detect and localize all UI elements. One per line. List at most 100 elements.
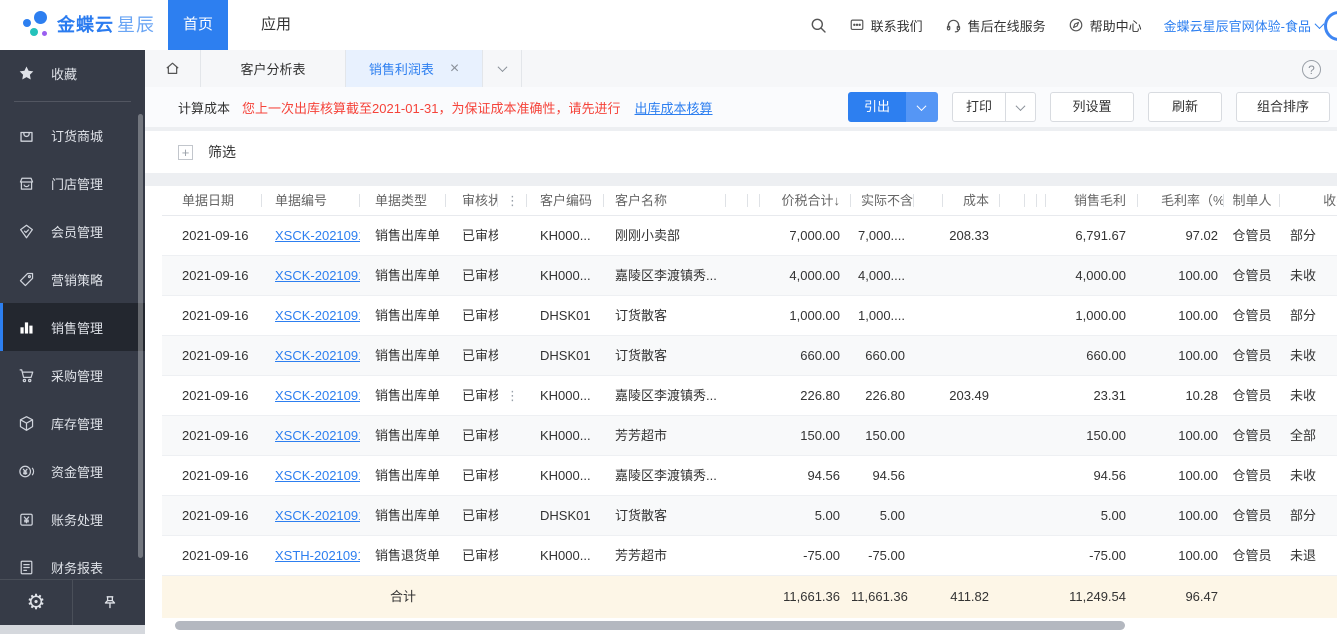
- table-row[interactable]: 2021-09-16XSCK-20210916销售出库单已审核KH000...刚…: [162, 216, 1337, 256]
- nav-item-apps[interactable]: 应用: [246, 0, 306, 50]
- table-row[interactable]: 2021-09-16XSCK-20210916销售出库单已审核⋮KH000...…: [162, 376, 1337, 416]
- contact-us-link[interactable]: 联系我们: [849, 16, 923, 35]
- settings-button[interactable]: ⚙: [0, 580, 73, 625]
- column-header-amount[interactable]: 价税合计↓: [760, 186, 851, 215]
- column-header-profit[interactable]: 销售毛利: [1046, 186, 1138, 215]
- sidebar-item-purchase-mgmt[interactable]: 采购管理: [0, 351, 145, 399]
- table-row[interactable]: 2021-09-16XSCK-20210916销售出库单已审核DHSK01订货散…: [162, 336, 1337, 376]
- cell-custName: 订货散客: [604, 336, 726, 375]
- column-header-billNo[interactable]: 单据编号: [262, 186, 360, 215]
- help-center-link[interactable]: 帮助中心: [1068, 16, 1142, 35]
- column-header-dots[interactable]: ⋮: [498, 186, 527, 215]
- expand-filter-icon[interactable]: +: [178, 145, 193, 160]
- account-switcher[interactable]: 金蝶云星辰官网体验-食品: [1164, 16, 1323, 35]
- cell-date: 2021-09-16: [162, 296, 262, 335]
- sidebar-item-order-mall[interactable]: 订货商城: [0, 111, 145, 159]
- user-avatar[interactable]: [1324, 11, 1337, 41]
- cost-accounting-link[interactable]: 出库成本核算: [635, 98, 713, 117]
- sidebar-item-sales-mgmt[interactable]: 销售管理: [0, 303, 145, 351]
- sidebar-item-label: 订货商城: [51, 126, 103, 145]
- cell-billNo[interactable]: XSCK-20210916: [262, 296, 360, 335]
- home-tab-button[interactable]: [145, 50, 201, 87]
- sidebar-item-member-mgmt[interactable]: 会员管理: [0, 207, 145, 255]
- column-header-custName[interactable]: 客户名称: [604, 186, 726, 215]
- sidebar-item-marketing[interactable]: 营销策略: [0, 255, 145, 303]
- cell-margin: 100.00: [1138, 256, 1224, 295]
- help-icon[interactable]: ?: [1302, 60, 1321, 79]
- cell-billType: 销售出库单: [360, 416, 446, 455]
- cell-billNo[interactable]: XSTH-20210916: [262, 536, 360, 575]
- column-settings-button[interactable]: 列设置: [1050, 92, 1134, 122]
- column-header-cost[interactable]: 成本: [943, 186, 1000, 215]
- cell-margin: 100.00: [1138, 456, 1224, 495]
- table-row[interactable]: 2021-09-16XSCK-20210916销售出库单已审核KH000...嘉…: [162, 456, 1337, 496]
- home-icon: [164, 60, 181, 77]
- nav-item-home[interactable]: 首页: [168, 0, 228, 50]
- sidebar-item-accounting[interactable]: 账务处理: [0, 495, 145, 543]
- tab-sales-profit-active[interactable]: 销售利润表 ×: [346, 50, 483, 87]
- chevron-down-icon: [917, 101, 927, 111]
- chevron-down-icon: [1315, 19, 1325, 29]
- chevron-down-icon: [497, 62, 507, 72]
- export-button[interactable]: 引出: [848, 92, 906, 122]
- cell-cost: [943, 296, 1000, 335]
- cell-billNo[interactable]: XSCK-20210916: [262, 336, 360, 375]
- column-header-audit[interactable]: 审核状态: [446, 186, 498, 215]
- cell-billNo[interactable]: XSCK-20210916: [262, 456, 360, 495]
- sidebar-item-favorites[interactable]: 收藏: [0, 50, 145, 96]
- column-header-margin[interactable]: 毛利率（%）: [1138, 186, 1224, 215]
- column-header-billType[interactable]: 单据类型: [360, 186, 446, 215]
- column-header-custCode[interactable]: 客户编码: [527, 186, 604, 215]
- refresh-button[interactable]: 刷新: [1148, 92, 1222, 122]
- cell-sp3: [914, 216, 943, 255]
- sidebar-item-funds-mgmt[interactable]: 资金管理: [0, 447, 145, 495]
- totals-net: 11,661.36: [851, 576, 914, 618]
- cell-custCode: KH000...: [527, 376, 604, 415]
- table-row[interactable]: 2021-09-16XSCK-20210916销售出库单已审核DHSK01订货散…: [162, 496, 1337, 536]
- brand-logo-icon: [22, 9, 50, 39]
- totals-row: 合计11,661.3611,661.36411.8211,249.5496.47: [162, 576, 1337, 618]
- cell-profit: 5.00: [1046, 496, 1138, 535]
- cell-sp6: [1037, 216, 1046, 255]
- cell-billNo[interactable]: XSCK-20210916: [262, 496, 360, 535]
- cell-billNo[interactable]: XSCK-20210916: [262, 416, 360, 455]
- table-row[interactable]: 2021-09-16XSCK-20210916销售出库单已审核KH000...嘉…: [162, 256, 1337, 296]
- pin-sidebar-button[interactable]: [73, 580, 145, 625]
- cell-receipt: 部分: [1280, 296, 1337, 335]
- cell-sp6: [1037, 376, 1046, 415]
- cell-margin: 100.00: [1138, 336, 1224, 375]
- cell-sp1: [726, 336, 748, 375]
- column-header-creator[interactable]: 制单人: [1224, 186, 1280, 215]
- column-header-net[interactable]: 实际不含税金额: [851, 186, 914, 215]
- sidebar-item-store-mgmt[interactable]: 门店管理: [0, 159, 145, 207]
- column-header-receipt[interactable]: 收(退)款状态: [1280, 186, 1337, 215]
- print-button[interactable]: 打印: [952, 92, 1006, 122]
- export-dropdown[interactable]: [906, 92, 938, 122]
- combined-sort-button[interactable]: 组合排序: [1236, 92, 1330, 122]
- cell-net: 7,000....: [851, 216, 914, 255]
- cell-billType: 销售出库单: [360, 336, 446, 375]
- export-split-button: 引出: [848, 92, 938, 122]
- app-window: 金蝶云 星辰 首页 应用 联系我们 售后在线服务 帮助中心 金: [0, 0, 1337, 634]
- sidebar-scrollbar[interactable]: [138, 114, 143, 558]
- print-dropdown[interactable]: [1006, 92, 1036, 122]
- table-row[interactable]: 2021-09-16XSCK-20210916销售出库单已审核KH000...芳…: [162, 416, 1337, 456]
- table-row[interactable]: 2021-09-16XSCK-20210916销售出库单已审核DHSK01订货散…: [162, 296, 1337, 336]
- horizontal-scrollbar-thumb[interactable]: [175, 621, 1125, 630]
- table-row[interactable]: 2021-09-16XSTH-20210916销售退货单已审核KH000...芳…: [162, 536, 1337, 576]
- sidebar-item-label: 销售管理: [51, 318, 103, 337]
- cell-custCode: KH000...: [527, 216, 604, 255]
- cell-billNo[interactable]: XSCK-20210916: [262, 216, 360, 255]
- search-icon[interactable]: [810, 17, 827, 34]
- tab-customer-analysis[interactable]: 客户分析表: [201, 50, 346, 87]
- cell-dots: [498, 296, 527, 335]
- cell-creator: 仓管员: [1224, 456, 1280, 495]
- close-icon[interactable]: ×: [450, 61, 459, 77]
- tab-list-dropdown[interactable]: [483, 50, 522, 87]
- cell-billNo[interactable]: XSCK-20210916: [262, 256, 360, 295]
- cell-billNo[interactable]: XSCK-20210916: [262, 376, 360, 415]
- after-sales-service-link[interactable]: 售后在线服务: [945, 16, 1046, 35]
- sidebar-item-inventory-mgmt[interactable]: 库存管理: [0, 399, 145, 447]
- column-header-date[interactable]: 单据日期: [162, 186, 262, 215]
- cell-audit: 已审核: [446, 536, 498, 575]
